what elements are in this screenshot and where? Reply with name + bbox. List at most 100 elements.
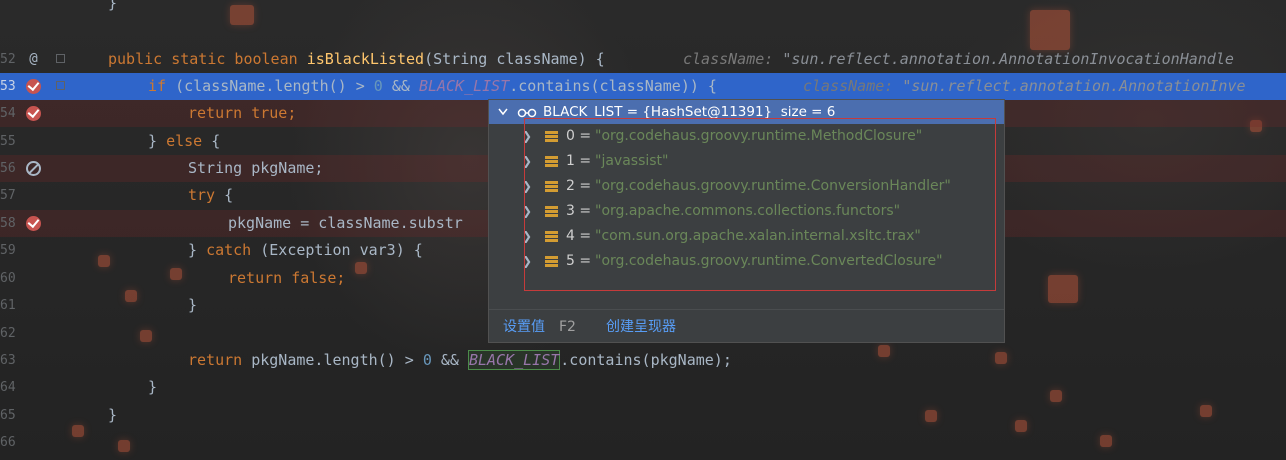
code-text: return true; — [188, 100, 296, 127]
code-text: return false; — [228, 265, 345, 292]
code-token: } — [148, 378, 158, 396]
line-number: 52 — [0, 52, 16, 67]
item-value: "org.apache.commons.collections.functors… — [595, 203, 901, 219]
fold-icon[interactable] — [56, 81, 65, 90]
array-element-icon — [545, 156, 558, 167]
code-token: else — [166, 132, 203, 150]
code-text: String pkgName; — [188, 155, 323, 182]
item-index: 5 = — [566, 253, 592, 269]
list-item[interactable]: ❯ 5 = "org.codehaus.groovy.runtime.Conve… — [489, 249, 1004, 274]
fold-icon[interactable] — [56, 54, 65, 63]
hint-name: className: — [803, 77, 903, 95]
line-number: 59 — [0, 243, 16, 258]
breakpoint-icon[interactable] — [26, 216, 41, 231]
list-item[interactable]: ❯ 3 = "org.apache.commons.collections.fu… — [489, 199, 1004, 224]
chevron-right-icon[interactable]: ❯ — [522, 149, 532, 174]
chevron-right-icon[interactable]: ❯ — [522, 249, 532, 274]
hint-value: "sun.reflect.annotation.AnnotationInvoca… — [782, 50, 1234, 68]
line-number: 55 — [0, 134, 16, 149]
code-line[interactable]: 66 — [0, 429, 1286, 456]
code-token: isBlackListed — [306, 50, 425, 68]
code-line[interactable]: 52 @ public static boolean isBlackListed… — [0, 46, 1286, 73]
chevron-right-icon[interactable]: ❯ — [522, 124, 532, 149]
line-number: 56 — [0, 161, 16, 176]
item-index: 2 = — [566, 178, 592, 194]
chevron-right-icon[interactable]: ❯ — [522, 199, 532, 224]
debug-value-popup[interactable]: BLACK_LIST = {HashSet@11391} size = 6 ❯ … — [488, 99, 1005, 343]
code-token: { — [215, 186, 234, 204]
line-number: 63 — [0, 353, 16, 368]
code-token: BLACK_LIST — [467, 350, 561, 370]
code-line[interactable]: 64 } — [0, 374, 1286, 401]
line-number: 60 — [0, 271, 16, 286]
code-line[interactable]: 63 return pkgName.length() > 0 && BLACK_… — [0, 347, 1286, 374]
line-number: 66 — [0, 435, 16, 450]
item-value: "org.codehaus.groovy.runtime.ConvertedCl… — [595, 253, 943, 269]
code-token: pkgName = className.substr — [228, 214, 463, 232]
code-line[interactable]: } — [0, 0, 1286, 17]
line-number: 62 — [0, 326, 16, 341]
code-token: catch — [206, 241, 252, 259]
set-value-link[interactable]: 设置值 — [503, 310, 545, 344]
list-item[interactable]: ❯ 0 = "org.codehaus.groovy.runtime.Metho… — [489, 124, 1004, 149]
code-token: } — [188, 296, 198, 314]
code-token: String pkgName; — [188, 159, 324, 177]
array-element-icon — [545, 256, 558, 267]
line-number: 58 — [0, 216, 16, 231]
code-text: } — [108, 0, 117, 17]
chevron-right-icon[interactable]: ❯ — [522, 174, 532, 199]
breakpoint-icon[interactable] — [26, 79, 41, 94]
popup-footer: 设置值 F2 创建呈现器 — [489, 309, 1004, 344]
code-token: && — [382, 77, 419, 95]
code-text: } catch (Exception var3) { — [188, 237, 423, 264]
code-text: public static boolean isBlackListed(Stri… — [108, 46, 605, 73]
code-token: public static boolean — [108, 50, 307, 68]
code-token: } — [108, 406, 118, 424]
disabled-breakpoint-icon[interactable] — [26, 161, 41, 176]
array-element-icon — [545, 231, 558, 242]
line-number: 64 — [0, 380, 16, 395]
code-text: } else { — [148, 128, 220, 155]
item-index: 4 = — [566, 228, 592, 244]
code-token: (String className) { — [424, 50, 605, 68]
item-index: 3 = — [566, 203, 592, 219]
code-line[interactable]: 65 } — [0, 402, 1286, 429]
shortcut-hint: F2 — [559, 319, 576, 335]
line-number: 53 — [0, 79, 16, 94]
code-token: 0 — [422, 351, 432, 369]
override-marker-icon[interactable]: @ — [26, 52, 41, 67]
code-text: } — [188, 292, 197, 319]
inline-debug-value: className: "sun.reflect.annotation.Annot… — [683, 46, 1234, 73]
item-index: 1 = — [566, 153, 592, 169]
create-renderer-link[interactable]: 创建呈现器 — [606, 310, 676, 344]
breakpoint-icon[interactable] — [26, 106, 41, 121]
list-item[interactable]: ❯ 1 = "javassist" — [489, 149, 1004, 174]
list-item[interactable]: ❯ 4 = "com.sun.org.apache.xalan.internal… — [489, 224, 1004, 249]
code-token: .contains(pkgName); — [560, 351, 732, 369]
chevron-right-icon[interactable]: ❯ — [522, 224, 532, 249]
code-token: return true; — [188, 104, 297, 122]
code-text: } — [108, 402, 117, 429]
code-token: } — [188, 241, 207, 259]
popup-header-text: BLACK_LIST = {HashSet@11391} size = 6 — [543, 104, 836, 120]
item-value: "org.codehaus.groovy.runtime.ConversionH… — [595, 178, 951, 194]
code-token: } — [108, 0, 118, 12]
code-text: if (className.length() > 0 && BLACK_LIST… — [148, 73, 717, 100]
line-number: 61 — [0, 298, 16, 313]
code-token: return — [188, 351, 252, 369]
code-token: } — [148, 132, 167, 150]
hint-name: className: — [683, 50, 783, 68]
item-index: 0 = — [566, 128, 592, 144]
execution-point-line[interactable]: 53 if (className.length() > 0 && BLACK_L… — [0, 73, 1286, 100]
hint-value: "sun.reflect.annotation.AnnotationInve — [902, 77, 1246, 95]
code-token: (className.length() > — [175, 77, 374, 95]
list-item[interactable]: ❯ 2 = "org.codehaus.groovy.runtime.Conve… — [489, 174, 1004, 199]
code-text: return pkgName.length() > 0 && BLACK_LIS… — [188, 347, 732, 374]
item-value: "javassist" — [595, 153, 669, 169]
code-token: return false; — [228, 269, 346, 287]
code-token: pkgName.length() > — [251, 351, 423, 369]
popup-header[interactable]: BLACK_LIST = {HashSet@11391} size = 6 — [489, 100, 1004, 124]
array-element-icon — [545, 181, 558, 192]
array-element-icon — [545, 206, 558, 217]
item-value: "com.sun.org.apache.xalan.internal.xsltc… — [595, 228, 921, 244]
